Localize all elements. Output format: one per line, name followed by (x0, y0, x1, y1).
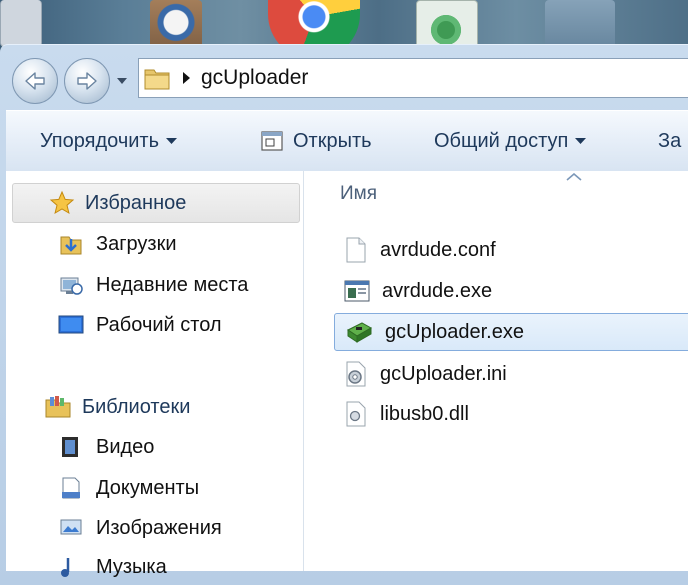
recent-pages-dropdown-icon[interactable] (116, 76, 128, 86)
nav-item-label: Недавние места (96, 273, 249, 296)
nav-item-video[interactable]: Видео (58, 427, 154, 467)
nav-libraries-label: Библиотеки (82, 395, 191, 418)
nav-item-label: Видео (96, 435, 155, 458)
text-file-icon (346, 237, 366, 263)
arrow-right-icon (77, 72, 97, 90)
organize-menu-button[interactable]: Упорядочить (40, 121, 178, 161)
nav-item-pictures[interactable]: Изображения (58, 508, 222, 548)
nav-item-downloads[interactable]: Загрузки (58, 224, 177, 264)
nav-item-label: Изображения (96, 516, 222, 539)
nav-item-music[interactable]: Музыка (58, 547, 167, 587)
file-row[interactable]: gcUploader.ini (334, 355, 688, 393)
nav-favorites-header[interactable]: Избранное (12, 183, 300, 223)
organize-label: Упорядочить (40, 129, 160, 152)
nav-item-label: Документы (96, 476, 200, 499)
sort-ascending-icon (566, 173, 582, 181)
file-row[interactable]: avrdude.conf (334, 231, 688, 269)
breadcrumb-separator-icon[interactable] (181, 71, 191, 85)
command-bar: Упорядочить Открыть Общий доступ За (6, 110, 688, 172)
file-row[interactable]: libusb0.dll (334, 395, 688, 433)
navigation-pane: Избранное Загрузки Недавние места Рабочи… (6, 171, 304, 578)
video-library-icon (62, 437, 78, 457)
arrow-left-icon (25, 72, 45, 90)
nav-item-label: Рабочий стол (96, 313, 222, 336)
exe-window-icon (344, 280, 370, 302)
truncated-toolbar-button[interactable]: За (658, 121, 681, 161)
chevron-down-icon (575, 138, 587, 144)
desktop-icon (58, 315, 84, 334)
dll-file-icon (346, 401, 366, 427)
open-window-icon (261, 131, 283, 151)
breadcrumb-current-folder[interactable]: gcUploader (201, 66, 308, 90)
settings-file-icon (346, 361, 366, 387)
libraries-icon (45, 396, 71, 418)
nav-item-documents[interactable]: Документы (58, 468, 199, 508)
music-library-icon (61, 558, 70, 577)
share-label: Общий доступ (434, 129, 569, 152)
file-name: gcUploader.exe (385, 320, 524, 343)
desktop-shortcut-icon[interactable] (0, 0, 42, 47)
nav-item-recent-places[interactable]: Недавние места (58, 265, 248, 305)
file-name: libusb0.dll (380, 402, 469, 425)
file-name: gcUploader.ini (380, 362, 507, 385)
nav-item-desktop[interactable]: Рабочий стол (58, 305, 222, 345)
nav-item-label: Музыка (96, 555, 167, 578)
nav-libraries-header[interactable]: Библиотеки (12, 387, 300, 427)
green-board-exe-icon (347, 322, 373, 343)
recent-places-icon (60, 277, 83, 295)
chevron-down-icon (166, 138, 178, 144)
address-bar[interactable]: gcUploader (138, 58, 688, 98)
open-button[interactable]: Открыть (260, 121, 372, 161)
folder-icon (144, 69, 170, 90)
documents-library-icon (62, 477, 80, 499)
downloads-folder-icon (60, 236, 82, 255)
file-list-pane: Имя avrdude.conf avrdude.exe gcUploader.… (304, 171, 688, 571)
share-menu-button[interactable]: Общий доступ (434, 121, 587, 161)
file-name: avrdude.exe (382, 279, 493, 302)
truncated-toolbar-label: За (658, 129, 682, 152)
back-button[interactable] (12, 58, 58, 104)
star-icon (49, 190, 75, 215)
open-label: Открыть (293, 129, 372, 152)
nav-favorites-label: Избранное (85, 191, 187, 214)
file-row[interactable]: avrdude.exe (334, 272, 688, 310)
forward-button[interactable] (64, 58, 110, 104)
nav-item-label: Загрузки (96, 232, 177, 255)
file-row-selected[interactable]: gcUploader.exe (334, 313, 688, 351)
pictures-library-icon (60, 519, 82, 535)
file-name: avrdude.conf (380, 238, 496, 261)
column-header-name[interactable]: Имя (340, 183, 377, 205)
